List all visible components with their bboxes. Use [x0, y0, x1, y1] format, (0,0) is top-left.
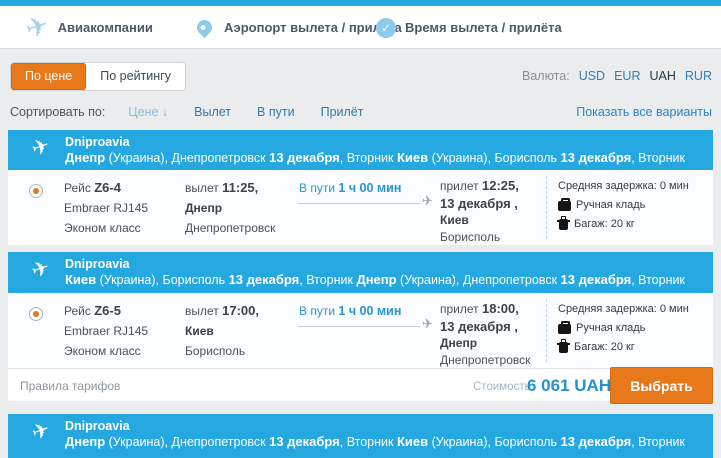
flight-search-results-screen: ✈ Авиакомпании Аэропорт вылета / прилёта… [0, 0, 721, 458]
flight-select-radio[interactable] [29, 184, 43, 198]
segment-header-return: ✈ Dniproavia Киев (Украина), Борисполь 1… [8, 252, 713, 293]
duration-value: 1 ч 00 мин [338, 304, 402, 318]
services-column: Средняя задержка: 0 мин Ручная кладь Баг… [557, 177, 689, 234]
arrival-airport: Борисполь [440, 230, 501, 244]
airplane-icon: ✈ [28, 416, 54, 446]
baggage-label: Багаж: 20 кг [574, 341, 635, 353]
arrival-date: 13 декабря , [440, 319, 518, 334]
baggage-label: Багаж: 20 кг [574, 218, 635, 230]
tab-by-price[interactable]: По цене [11, 63, 87, 90]
flight-select-radio[interactable] [29, 307, 43, 321]
small-airplane-icon: ✈ [422, 194, 433, 209]
flight-leg-row: Рейс Z6-4 Embraer RJ145 Эконом класс выл… [8, 170, 713, 245]
average-delay: Средняя задержка: 0 мин [558, 303, 689, 315]
flight-number: Z6-5 [94, 303, 121, 318]
flight-path-line [298, 203, 420, 204]
check-circle-icon: ✓ [376, 17, 396, 38]
airplane-icon: ✈ [21, 9, 53, 46]
currency-label: Валюта: [521, 69, 570, 83]
currency-usd[interactable]: USD [579, 69, 605, 83]
map-pin-icon [193, 16, 216, 39]
arrow-down-icon: ↓ [161, 105, 169, 119]
flight-info-column: Рейс Z6-4 Embraer RJ145 Эконом класс [64, 178, 148, 238]
route-summary: Киев (Украина), Борисполь 13 декабря, Вт… [65, 272, 685, 287]
filter-times-label: Время вылета / прилёта [405, 20, 562, 35]
small-airplane-icon: ✈ [422, 317, 433, 332]
airline-name: Dniproavia [65, 257, 130, 271]
currency-eur[interactable]: EUR [614, 69, 640, 83]
column-divider [546, 176, 547, 239]
sort-bar: Сортировать по: Цене ↓ Вылет В пути Прил… [10, 103, 712, 121]
column-divider [546, 299, 547, 362]
duration-value: 1 ч 00 мин [338, 181, 402, 195]
sort-by-price[interactable]: Цене ↓ [128, 105, 168, 119]
arrival-city: Днепр [440, 336, 478, 350]
sort-by-departure[interactable]: Вылет [194, 105, 231, 119]
departure-time: 11:25, [222, 180, 259, 195]
duration-column: В пути 1 ч 00 мин [299, 181, 402, 195]
itinerary-footer: Правила тарифов Стоимость 6 061 UAH Выбр… [8, 367, 713, 404]
arrival-column: прилет 12:25, 13 декабря , Киев Бориспол… [440, 178, 519, 244]
arrival-column: прилет 18:00, 13 декабря , Днепр Днепроп… [440, 301, 531, 367]
airline-name: Dniproavia [65, 419, 130, 433]
arrival-date: 13 декабря , [440, 196, 518, 211]
route-summary: Днепр (Украина), Днепропетровск 13 декаб… [65, 434, 685, 449]
currency-uah-selected[interactable]: UAH [650, 69, 676, 83]
aircraft-type: Embraer RJ145 [64, 201, 149, 215]
sort-label: Сортировать по: [10, 105, 106, 119]
airplane-icon: ✈ [28, 254, 54, 284]
filter-times[interactable]: ✓ Время вылета / прилёта [376, 6, 562, 49]
sort-by-arrival[interactable]: Прилёт [321, 105, 364, 119]
departure-time: 17:00, [222, 303, 259, 318]
cabin-class: Эконом класс [64, 344, 141, 358]
departure-city: Днепр [185, 201, 223, 215]
route-summary: Днепр (Украина), Днепропетровск 13 декаб… [65, 150, 685, 165]
segment-header-outbound: ✈ Dniproavia Днепр (Украина), Днепропетр… [8, 130, 713, 170]
arrival-airport: Днепропетровск [440, 353, 531, 367]
departure-city: Киев [185, 324, 214, 338]
fare-rules-link[interactable]: Правила тарифов [20, 379, 120, 393]
filter-airlines[interactable]: ✈ Авиакомпании [22, 6, 153, 49]
flight-leg-row: Рейс Z6-5 Embraer RJ145 Эконом класс выл… [8, 293, 713, 368]
price-value: 6 061 UAH [527, 376, 612, 395]
flight-info-column: Рейс Z6-5 Embraer RJ145 Эконом класс [64, 301, 148, 361]
carry-on-label: Ручная кладь [576, 322, 646, 334]
arrival-city: Киев [440, 213, 469, 227]
luggage-icon [557, 339, 570, 353]
arrival-time: 18:00, [482, 301, 519, 316]
airline-name: Dniproavia [65, 135, 130, 149]
currency-rur[interactable]: RUR [685, 69, 712, 83]
tab-by-rating[interactable]: По рейтингу [86, 63, 185, 90]
cabin-class: Эконом класс [64, 221, 141, 235]
duration-column: В пути 1 ч 00 мин [299, 304, 402, 318]
briefcase-icon [558, 320, 571, 334]
select-button[interactable]: Выбрать [610, 367, 713, 404]
sort-mode-tabs: По цене По рейтингу [10, 62, 186, 91]
luggage-icon [557, 216, 570, 230]
price-label: Стоимость [473, 381, 531, 393]
carry-on-label: Ручная кладь [576, 199, 646, 211]
departure-column: вылет 17:00, Киев Борисполь [185, 301, 259, 361]
flight-path-line [298, 326, 420, 327]
briefcase-icon [558, 197, 571, 211]
filter-airlines-label: Авиакомпании [57, 20, 153, 35]
departure-airport: Днепропетровск [185, 221, 276, 235]
currency-selector: Валюта: USD EUR UAH RUR [522, 69, 712, 83]
show-all-options-link[interactable]: Показать все варианты [576, 105, 712, 119]
aircraft-type: Embraer RJ145 [64, 324, 149, 338]
sort-by-duration[interactable]: В пути [257, 105, 295, 119]
average-delay: Средняя задержка: 0 мин [558, 180, 689, 192]
airplane-icon: ✈ [28, 132, 54, 162]
segment-header-next-itinerary: ✈ Dniproavia Днепр (Украина), Днепропетр… [8, 414, 713, 458]
departure-column: вылет 11:25, Днепр Днепропетровск [185, 178, 275, 238]
filter-airports[interactable]: Аэропорт вылета / прилёта [193, 6, 402, 49]
services-column: Средняя задержка: 0 мин Ручная кладь Баг… [557, 300, 689, 357]
filter-bar: ✈ Авиакомпании Аэропорт вылета / прилёта… [0, 6, 721, 49]
arrival-time: 12:25, [482, 178, 519, 193]
flight-number: Z6-4 [94, 180, 121, 195]
departure-airport: Борисполь [185, 344, 246, 358]
